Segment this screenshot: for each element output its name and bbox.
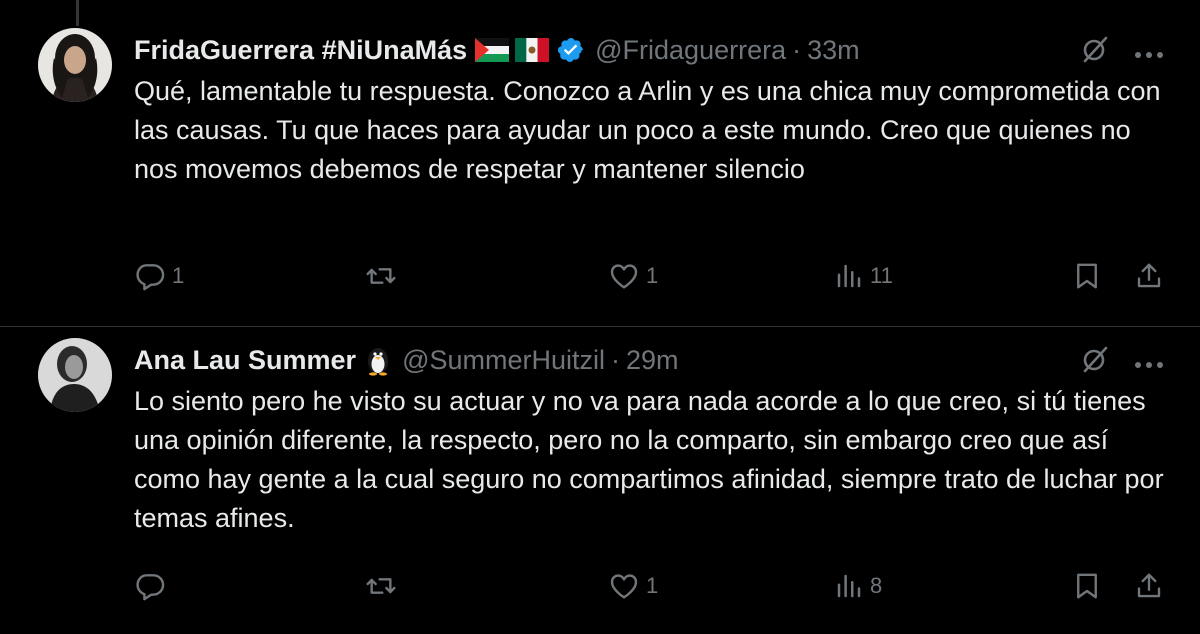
tweet-text: Lo siento pero he visto su actuar y no v…	[134, 386, 1164, 533]
grok-icon[interactable]	[1080, 344, 1110, 379]
thread-connector-line	[76, 0, 79, 26]
tweet-actions: 1 8	[134, 566, 1164, 606]
verified-badge-icon[interactable]	[557, 36, 585, 64]
tweet[interactable]: Ana Lau Summer @SummerHuitzil · 29m Lo s…	[0, 338, 1200, 634]
like-button[interactable]: 1	[608, 256, 658, 296]
retweet-icon	[364, 570, 398, 602]
reply-button[interactable]	[134, 566, 172, 606]
display-name[interactable]: Ana Lau Summer	[134, 345, 356, 376]
separator-dot: ·	[611, 344, 620, 375]
retweet-button[interactable]	[364, 256, 404, 296]
share-button[interactable]	[1134, 256, 1164, 296]
view-count: 8	[870, 573, 883, 598]
share-button[interactable]	[1134, 566, 1164, 606]
bookmark-icon	[1072, 260, 1102, 292]
tweet[interactable]: FridaGuerrera #NiUnaMás @Fridaguerrera ·…	[0, 28, 1200, 326]
reply-icon	[134, 570, 166, 602]
bookmark-button[interactable]	[1072, 566, 1102, 606]
like-button[interactable]: 1	[608, 566, 658, 606]
reply-icon	[134, 260, 166, 292]
bookmark-icon	[1072, 570, 1102, 602]
tweet-text: Qué, lamentable tu respuesta. Conozco a …	[134, 76, 1161, 184]
separator-dot: ·	[792, 34, 802, 65]
views-button[interactable]: 8	[834, 566, 882, 606]
reply-button[interactable]: 1	[134, 256, 184, 296]
analytics-icon	[834, 571, 864, 601]
more-options-icon[interactable]	[1134, 46, 1164, 64]
heart-icon	[608, 260, 640, 292]
more-options-icon[interactable]	[1134, 356, 1164, 374]
user-handle[interactable]: @SummerHuitzil	[402, 345, 605, 376]
like-count: 1	[646, 263, 659, 288]
share-icon	[1134, 260, 1164, 292]
timestamp[interactable]: 33m	[807, 35, 860, 66]
retweet-icon	[364, 260, 398, 292]
avatar[interactable]	[38, 28, 112, 102]
reply-count: 1	[172, 263, 185, 288]
retweet-button[interactable]	[364, 566, 404, 606]
tweet-header: Ana Lau Summer @SummerHuitzil · 29m	[134, 342, 679, 378]
tweet-header: FridaGuerrera #NiUnaMás @Fridaguerrera ·…	[134, 32, 860, 68]
avatar[interactable]	[38, 338, 112, 412]
display-name[interactable]: FridaGuerrera #NiUnaMás	[134, 35, 467, 66]
views-button[interactable]: 11	[834, 256, 893, 296]
like-count: 1	[646, 573, 659, 598]
heart-icon	[608, 570, 640, 602]
bookmark-button[interactable]	[1072, 256, 1102, 296]
timestamp[interactable]: 29m	[626, 345, 679, 376]
grok-icon[interactable]	[1080, 34, 1110, 69]
flag-palestine-icon	[475, 38, 510, 62]
flag-mexico-icon	[515, 38, 550, 62]
share-icon	[1134, 570, 1164, 602]
tweet-actions: 1 1 11	[134, 256, 1164, 296]
tweet-divider	[0, 326, 1200, 327]
view-count: 11	[870, 263, 893, 288]
user-handle[interactable]: @Fridaguerrera	[595, 35, 786, 66]
penguin-icon	[364, 344, 392, 376]
analytics-icon	[834, 261, 864, 291]
